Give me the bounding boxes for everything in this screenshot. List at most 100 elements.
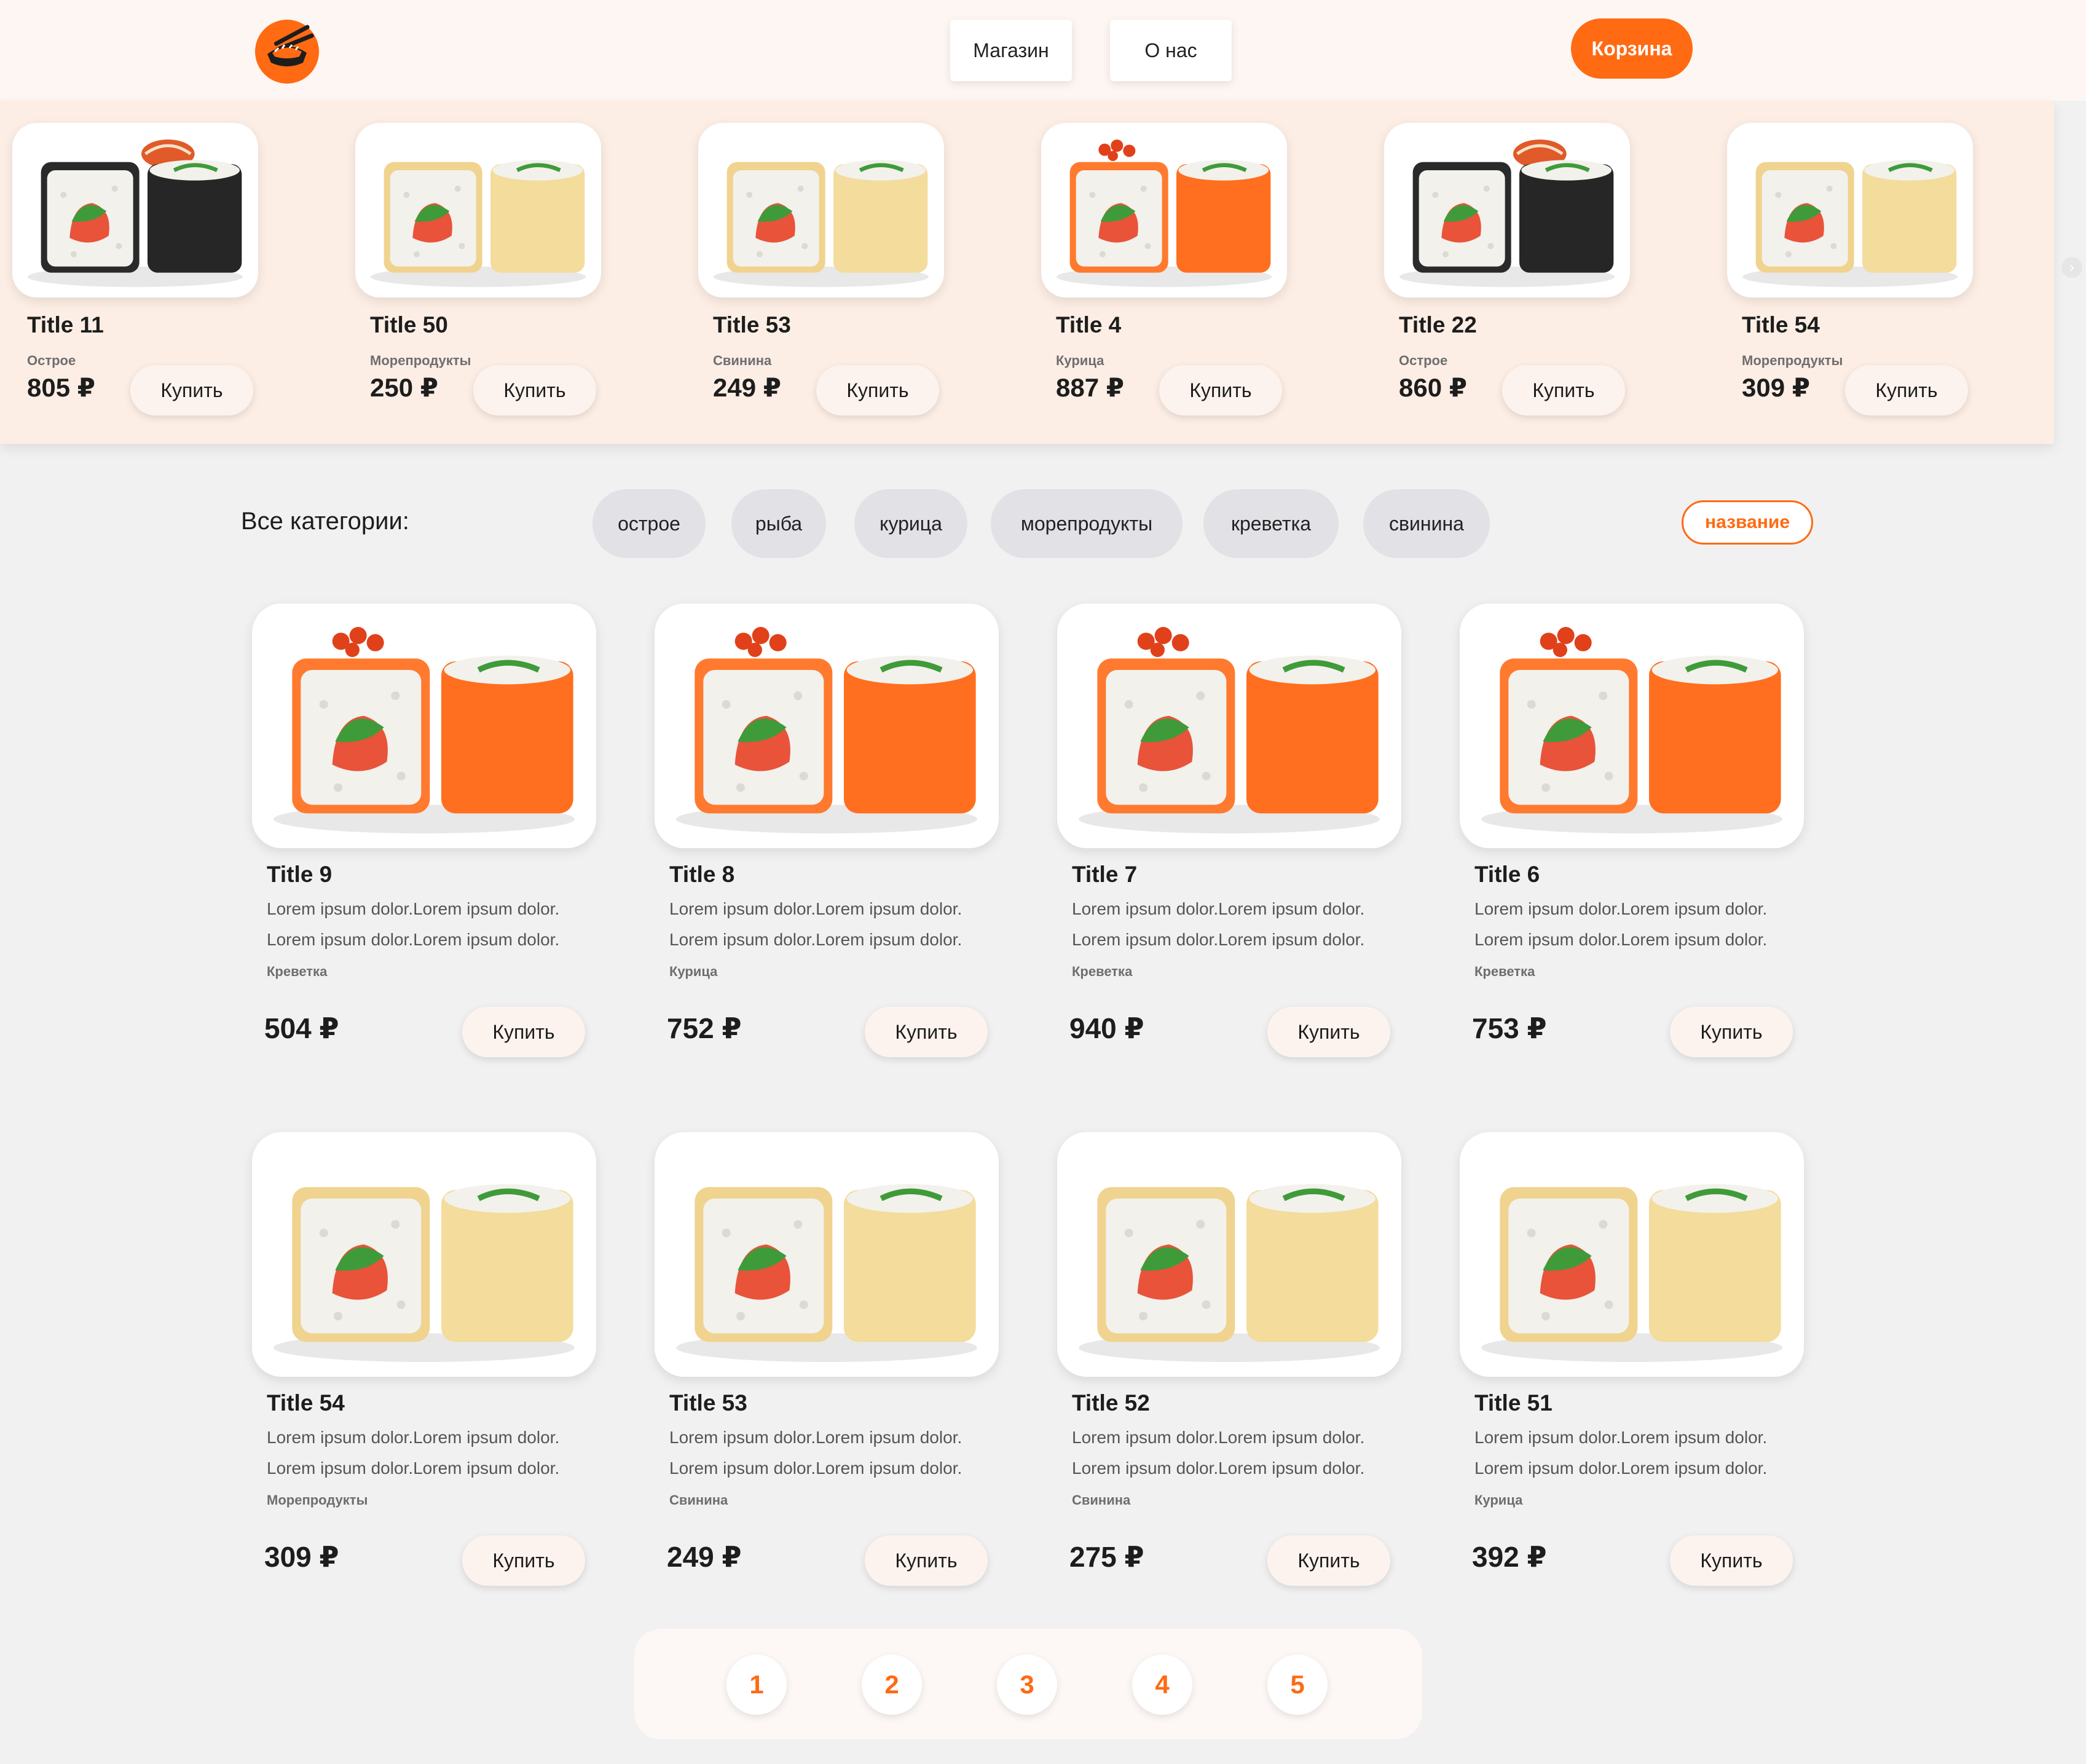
slider-item-title: Title 4 [1056, 312, 1122, 337]
sort-by-name-button[interactable]: название [1682, 500, 1813, 545]
sushi-chopsticks-icon[interactable] [254, 15, 320, 86]
buy-button[interactable]: Купить [865, 1007, 988, 1057]
buy-button[interactable]: Купить [816, 365, 939, 415]
product-price: 753 ₽ [1472, 1012, 1547, 1044]
product-category: Курица [1474, 1492, 1523, 1508]
nav-shop-button[interactable]: Магазин [950, 20, 1072, 81]
buy-button[interactable]: Купить [462, 1007, 585, 1057]
product-description: Lorem ipsum dolor.Lorem ipsum dolor. [1072, 930, 1365, 949]
product-image[interactable] [1057, 604, 1401, 848]
slider-item-category: Курица [1056, 353, 1104, 368]
product-category: Морепродукты [267, 1492, 368, 1508]
buy-button[interactable]: Купить [1670, 1535, 1793, 1586]
buy-button[interactable]: Купить [473, 365, 596, 415]
slider-item-price: 860 ₽ [1399, 373, 1467, 402]
slider-item-category: Морепродукты [370, 353, 471, 368]
product-price: 309 ₽ [264, 1541, 339, 1573]
product-category: Креветка [1072, 964, 1133, 979]
product-title: Title 52 [1072, 1390, 1150, 1416]
slider-item-title: Title 54 [1742, 312, 1820, 337]
slider-item-image[interactable] [12, 123, 258, 297]
cart-button[interactable]: Корзина [1571, 18, 1693, 79]
slider-item-price: 887 ₽ [1056, 373, 1124, 402]
chevron-right-icon[interactable]: › [2061, 257, 2082, 278]
slider-item-price: 250 ₽ [370, 373, 438, 402]
product-description: Lorem ipsum dolor.Lorem ipsum dolor. [267, 899, 560, 918]
nav-about-button[interactable]: О нас [1110, 20, 1232, 81]
category-pill-shrimp[interactable]: креветка [1203, 489, 1339, 558]
category-pill-pork[interactable]: свинина [1363, 489, 1490, 558]
product-title: Title 51 [1474, 1390, 1553, 1416]
product-category: Свинина [1072, 1492, 1131, 1508]
buy-button[interactable]: Купить [1267, 1007, 1390, 1057]
slider-item-price: 805 ₽ [27, 373, 95, 402]
product-description: Lorem ipsum dolor.Lorem ipsum dolor. [267, 930, 560, 949]
page-button-3[interactable]: 3 [997, 1655, 1057, 1715]
buy-button[interactable]: Купить [462, 1535, 585, 1586]
product-category: Курица [669, 964, 718, 979]
product-image[interactable] [1460, 604, 1804, 848]
product-price: 940 ₽ [1069, 1012, 1144, 1044]
product-title: Title 7 [1072, 862, 1138, 887]
buy-button[interactable]: Купить [130, 365, 253, 415]
product-description: Lorem ipsum dolor.Lorem ipsum dolor. [669, 1459, 962, 1478]
product-title: Title 9 [267, 862, 333, 887]
slider-item-image[interactable] [1384, 123, 1630, 297]
page-button-5[interactable]: 5 [1267, 1655, 1328, 1715]
category-pill-seafood[interactable]: морепродукты [991, 489, 1183, 558]
product-description: Lorem ipsum dolor.Lorem ipsum dolor. [267, 1428, 560, 1447]
product-price: 249 ₽ [667, 1541, 742, 1573]
product-description: Lorem ipsum dolor.Lorem ipsum dolor. [1072, 1459, 1365, 1478]
categories-label: Все категории: [241, 508, 409, 535]
slider-item-image[interactable] [1727, 123, 1973, 297]
product-description: Lorem ipsum dolor.Lorem ipsum dolor. [669, 1428, 962, 1447]
product-image[interactable] [252, 1132, 596, 1377]
product-description: Lorem ipsum dolor.Lorem ipsum dolor. [267, 1459, 560, 1478]
slider-item-category: Морепродукты [1742, 353, 1843, 368]
page-button-4[interactable]: 4 [1132, 1655, 1192, 1715]
product-description: Lorem ipsum dolor.Lorem ipsum dolor. [1474, 899, 1768, 918]
buy-button[interactable]: Купить [1670, 1007, 1793, 1057]
product-image[interactable] [1057, 1132, 1401, 1377]
slider-item-price: 309 ₽ [1742, 373, 1810, 402]
slider-item-image[interactable] [698, 123, 944, 297]
slider-item-title: Title 50 [370, 312, 448, 337]
category-pill-spicy[interactable]: острое [592, 489, 706, 558]
product-image[interactable] [655, 604, 999, 848]
buy-button[interactable]: Купить [865, 1535, 988, 1586]
product-description: Lorem ipsum dolor.Lorem ipsum dolor. [669, 930, 962, 949]
product-image[interactable] [1460, 1132, 1804, 1377]
slider-item-title: Title 22 [1399, 312, 1477, 337]
slider-item-category: Острое [1399, 353, 1448, 368]
product-title: Title 6 [1474, 862, 1540, 887]
buy-button[interactable]: Купить [1502, 365, 1625, 415]
product-category: Свинина [669, 1492, 728, 1508]
page-button-1[interactable]: 1 [726, 1655, 787, 1715]
buy-button[interactable]: Купить [1845, 365, 1968, 415]
product-image[interactable] [252, 604, 596, 848]
product-description: Lorem ipsum dolor.Lorem ipsum dolor. [1474, 930, 1768, 949]
buy-button[interactable]: Купить [1159, 365, 1282, 415]
product-price: 504 ₽ [264, 1012, 339, 1044]
product-price: 392 ₽ [1472, 1541, 1547, 1573]
product-title: Title 54 [267, 1390, 345, 1416]
product-price: 752 ₽ [667, 1012, 742, 1044]
category-pill-fish[interactable]: рыба [731, 489, 826, 558]
slider-item-title: Title 53 [713, 312, 791, 337]
product-price: 275 ₽ [1069, 1541, 1144, 1573]
slider-item-price: 249 ₽ [713, 373, 781, 402]
category-pill-chicken[interactable]: курица [854, 489, 967, 558]
buy-button[interactable]: Купить [1267, 1535, 1390, 1586]
page-button-2[interactable]: 2 [862, 1655, 922, 1715]
slider-item-category: Свинина [713, 353, 772, 368]
product-description: Lorem ipsum dolor.Lorem ipsum dolor. [1072, 899, 1365, 918]
product-description: Lorem ipsum dolor.Lorem ipsum dolor. [669, 899, 962, 918]
site-header: Магазин О нас Корзина [0, 0, 2086, 101]
product-image[interactable] [655, 1132, 999, 1377]
slider-item-image[interactable] [1041, 123, 1287, 297]
slider-item-image[interactable] [355, 123, 601, 297]
slider-item-title: Title 11 [27, 312, 104, 337]
product-description: Lorem ipsum dolor.Lorem ipsum dolor. [1474, 1459, 1768, 1478]
product-category: Креветка [267, 964, 328, 979]
product-title: Title 53 [669, 1390, 747, 1416]
